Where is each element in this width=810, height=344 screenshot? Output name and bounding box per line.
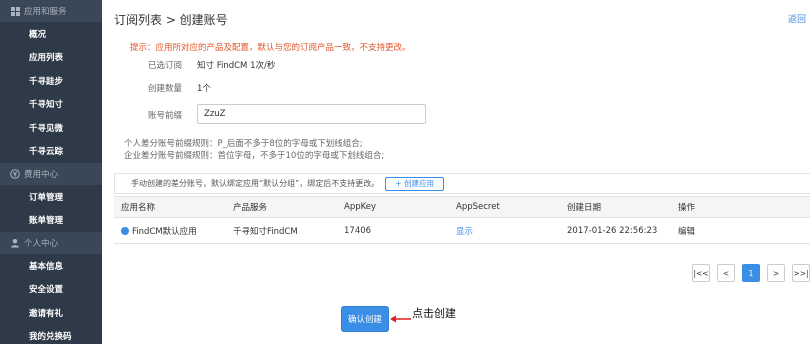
section-label: 费用中心 [24,170,59,180]
sidebar: 应用和服务 概况 应用列表 千寻跬步 千寻知寸 千寻见微 千寻云踪 费用中心 订… [0,0,102,344]
rule-enterprise: 企业差分账号前缀规则：首位字母，不多于10位的字母或下划线组合; [124,151,385,161]
cell-name: FindCM默认应用 [121,225,197,237]
back-link[interactable]: 返回 [788,12,806,25]
sidebar-item-overview[interactable]: 概况 [0,22,102,46]
sidebar-item-app-list[interactable]: 应用列表 [0,46,102,70]
show-secret-link[interactable]: 显示 [456,225,473,237]
sidebar-section-personal[interactable]: 个人中心 [0,232,102,254]
radio-selected-icon[interactable] [121,226,129,235]
table-row: FindCM默认应用 千寻知寸FindCM 17406 显示 2017-01-2… [114,218,810,244]
main-content: 订阅列表 > 创建账号 返回 提示：应用所对应的产品及配置，默认与您的订阅产品一… [102,0,810,344]
grid-icon [10,6,20,16]
cell-date: 2017-01-26 22:56:23 [567,225,658,236]
subscribed-value: 知寸 FindCM 1次/秒 [197,61,276,71]
info-text: 手动创建的差分账号，默认绑定应用“默认分组”，绑定后不支持更改。 [131,179,380,188]
user-icon [10,238,20,248]
section-label: 应用和服务 [24,7,67,17]
app-name: FindCM默认应用 [132,226,197,237]
col-date: 创建日期 [567,203,602,213]
sidebar-section-apps[interactable]: 应用和服务 [0,0,102,22]
page-current-button[interactable]: 1 [742,264,760,282]
rule-personal: 个人差分账号前缀规则：P_后面不多于8位的字母或下划线组合; [124,139,363,149]
annotation-text: 点击创建 [412,307,456,320]
col-appsecret: AppSecret [456,202,500,212]
sidebar-item-security[interactable]: 安全设置 [0,278,102,302]
col-service: 产品服务 [233,203,268,213]
confirm-create-button[interactable]: 确认创建 [342,307,388,331]
sidebar-item-bills[interactable]: 账单管理 [0,209,102,233]
sidebar-section-billing[interactable]: 费用中心 [0,163,102,185]
sidebar-item-kuibu[interactable]: 千寻跬步 [0,69,102,93]
cell-appkey: 17406 [344,225,372,236]
count-value: 1个 [197,84,211,94]
app-table: 应用名称 产品服务 AppKey AppSecret 创建日期 操作 FindC… [114,196,810,244]
sidebar-item-zhicun[interactable]: 千寻知寸 [0,93,102,117]
prefix-input[interactable]: ZzuZ [197,104,426,124]
sidebar-item-yunzong[interactable]: 千寻云踪 [0,140,102,164]
pagination: |<< < 1 > >>| [685,264,810,282]
sidebar-item-jianwei[interactable]: 千寻见微 [0,116,102,140]
cell-service: 千寻知寸FindCM [233,226,298,237]
subscribed-label: 已选订阅 [148,61,183,71]
info-bar: 手动创建的差分账号，默认绑定应用“默认分组”，绑定后不支持更改。 + 创建应用 [114,173,810,194]
col-action: 操作 [678,203,696,213]
page-next-button[interactable]: > [767,264,785,282]
page-last-button[interactable]: >>| [792,264,810,282]
yen-icon [10,169,20,179]
sidebar-item-orders[interactable]: 订单管理 [0,185,102,209]
sidebar-item-invite[interactable]: 邀请有礼 [0,301,102,325]
arrow-left-icon [390,315,411,323]
hint-text: 提示：应用所对应的产品及配置，默认与您的订阅产品一致，不支持更改。 [130,43,411,53]
col-name: 应用名称 [121,203,156,213]
edit-link[interactable]: 编辑 [678,225,695,237]
count-label: 创建数量 [148,84,183,94]
page-first-button[interactable]: |<< [692,264,710,282]
prefix-label: 账号前缀 [148,111,183,121]
create-app-button[interactable]: + 创建应用 [385,176,444,191]
screen: 应用和服务 概况 应用列表 千寻跬步 千寻知寸 千寻见微 千寻云踪 费用中心 订… [0,0,810,344]
table-header: 应用名称 产品服务 AppKey AppSecret 创建日期 操作 [114,196,810,218]
sidebar-item-redeem[interactable]: 我的兑换码 [0,325,102,344]
page-title: 订阅列表 > 创建账号 [114,13,228,27]
sidebar-item-basic-info[interactable]: 基本信息 [0,254,102,278]
section-label: 个人中心 [24,239,59,249]
col-appkey: AppKey [344,202,377,212]
page-prev-button[interactable]: < [717,264,735,282]
